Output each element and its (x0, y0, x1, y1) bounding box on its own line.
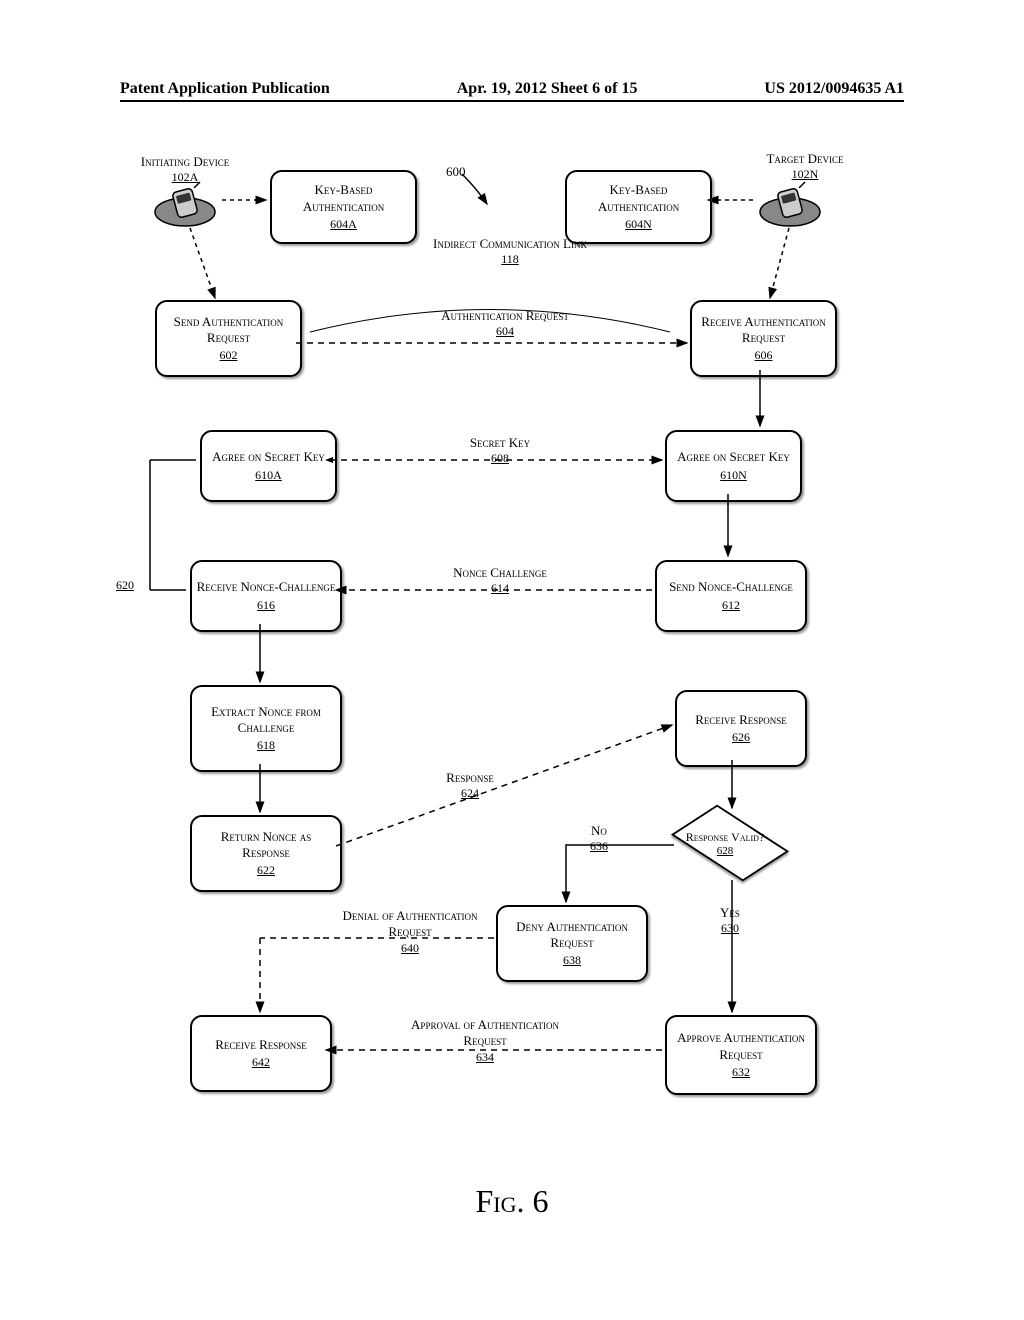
node-deny: Deny Authentication Request638 (496, 905, 648, 982)
indirect-link-label: Indirect Communication Link118 (430, 236, 590, 267)
node-key-auth-n: Key-Based Authentication604N (565, 170, 712, 244)
nonce-challenge-label: Nonce Challenge614 (440, 565, 560, 596)
side-ref-620: 620 (116, 578, 134, 593)
node-agree-n: Agree on Secret Key610N (665, 430, 802, 502)
initiating-device-icon (150, 180, 220, 230)
node-approve: Approve Authentication Request632 (665, 1015, 817, 1095)
node-agree-a: Agree on Secret Key610A (200, 430, 337, 502)
denial-label: Denial of Authentication Request640 (335, 908, 485, 956)
node-key-auth-a: Key-Based Authentication604A (270, 170, 417, 244)
node-recv-nonce: Receive Nonce-Challenge616 (190, 560, 342, 632)
node-recv-resp2: Receive Response642 (190, 1015, 332, 1092)
node-send-nonce: Send Nonce-Challenge612 (655, 560, 807, 632)
node-response-valid: Response Valid?628 (670, 810, 780, 880)
initiating-device-label: Initiating Device 102A (120, 154, 250, 185)
node-recv-auth: Receive Authentication Request606 (690, 300, 837, 377)
node-return-nonce: Return Nonce as Response622 (190, 815, 342, 892)
page-header: Patent Application Publication Apr. 19, … (120, 80, 904, 102)
header-center: Apr. 19, 2012 Sheet 6 of 15 (457, 80, 638, 98)
response-label: Response624 (420, 770, 520, 801)
node-recv-response: Receive Response626 (675, 690, 807, 767)
diagram-ref-label: 600 (446, 164, 466, 180)
auth-request-label: Authentication Request604 (430, 308, 580, 339)
secret-key-label: Secret Key608 (450, 435, 550, 466)
node-send-auth: Send Authentication Request602 (155, 300, 302, 377)
flowchart-diagram: Initiating Device 102A Target Device 102… (60, 160, 960, 1240)
header-left: Patent Application Publication (120, 80, 330, 98)
no-label: No636 (590, 823, 608, 854)
target-device-icon (755, 180, 825, 230)
approval-label: Approval of Authentication Request634 (405, 1017, 565, 1065)
yes-label: Yes630 (720, 905, 740, 936)
page: Patent Application Publication Apr. 19, … (0, 0, 1024, 1320)
target-device-label: Target Device 102N (740, 151, 870, 182)
header-right: US 2012/0094635 A1 (764, 80, 904, 98)
figure-caption: Fig. 6 (0, 1183, 1024, 1220)
node-extract-nonce: Extract Nonce from Challenge618 (190, 685, 342, 772)
